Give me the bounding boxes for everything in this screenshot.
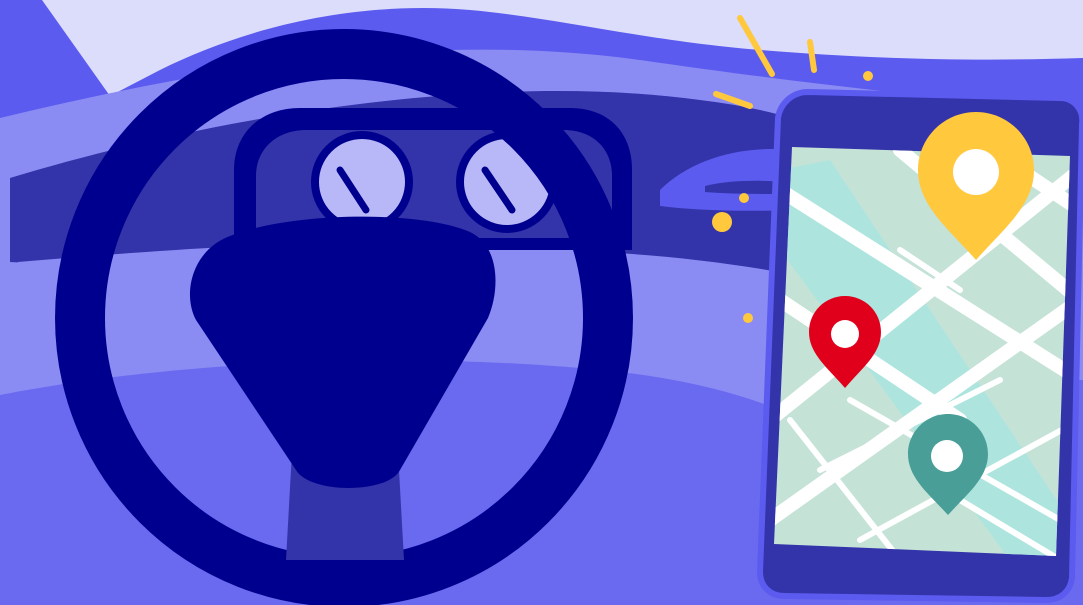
pin-center <box>831 320 859 348</box>
pin-center <box>953 149 999 195</box>
pin-center <box>931 440 963 472</box>
speedometer-gauge <box>311 131 413 233</box>
car-navigation-illustration <box>0 0 1083 605</box>
